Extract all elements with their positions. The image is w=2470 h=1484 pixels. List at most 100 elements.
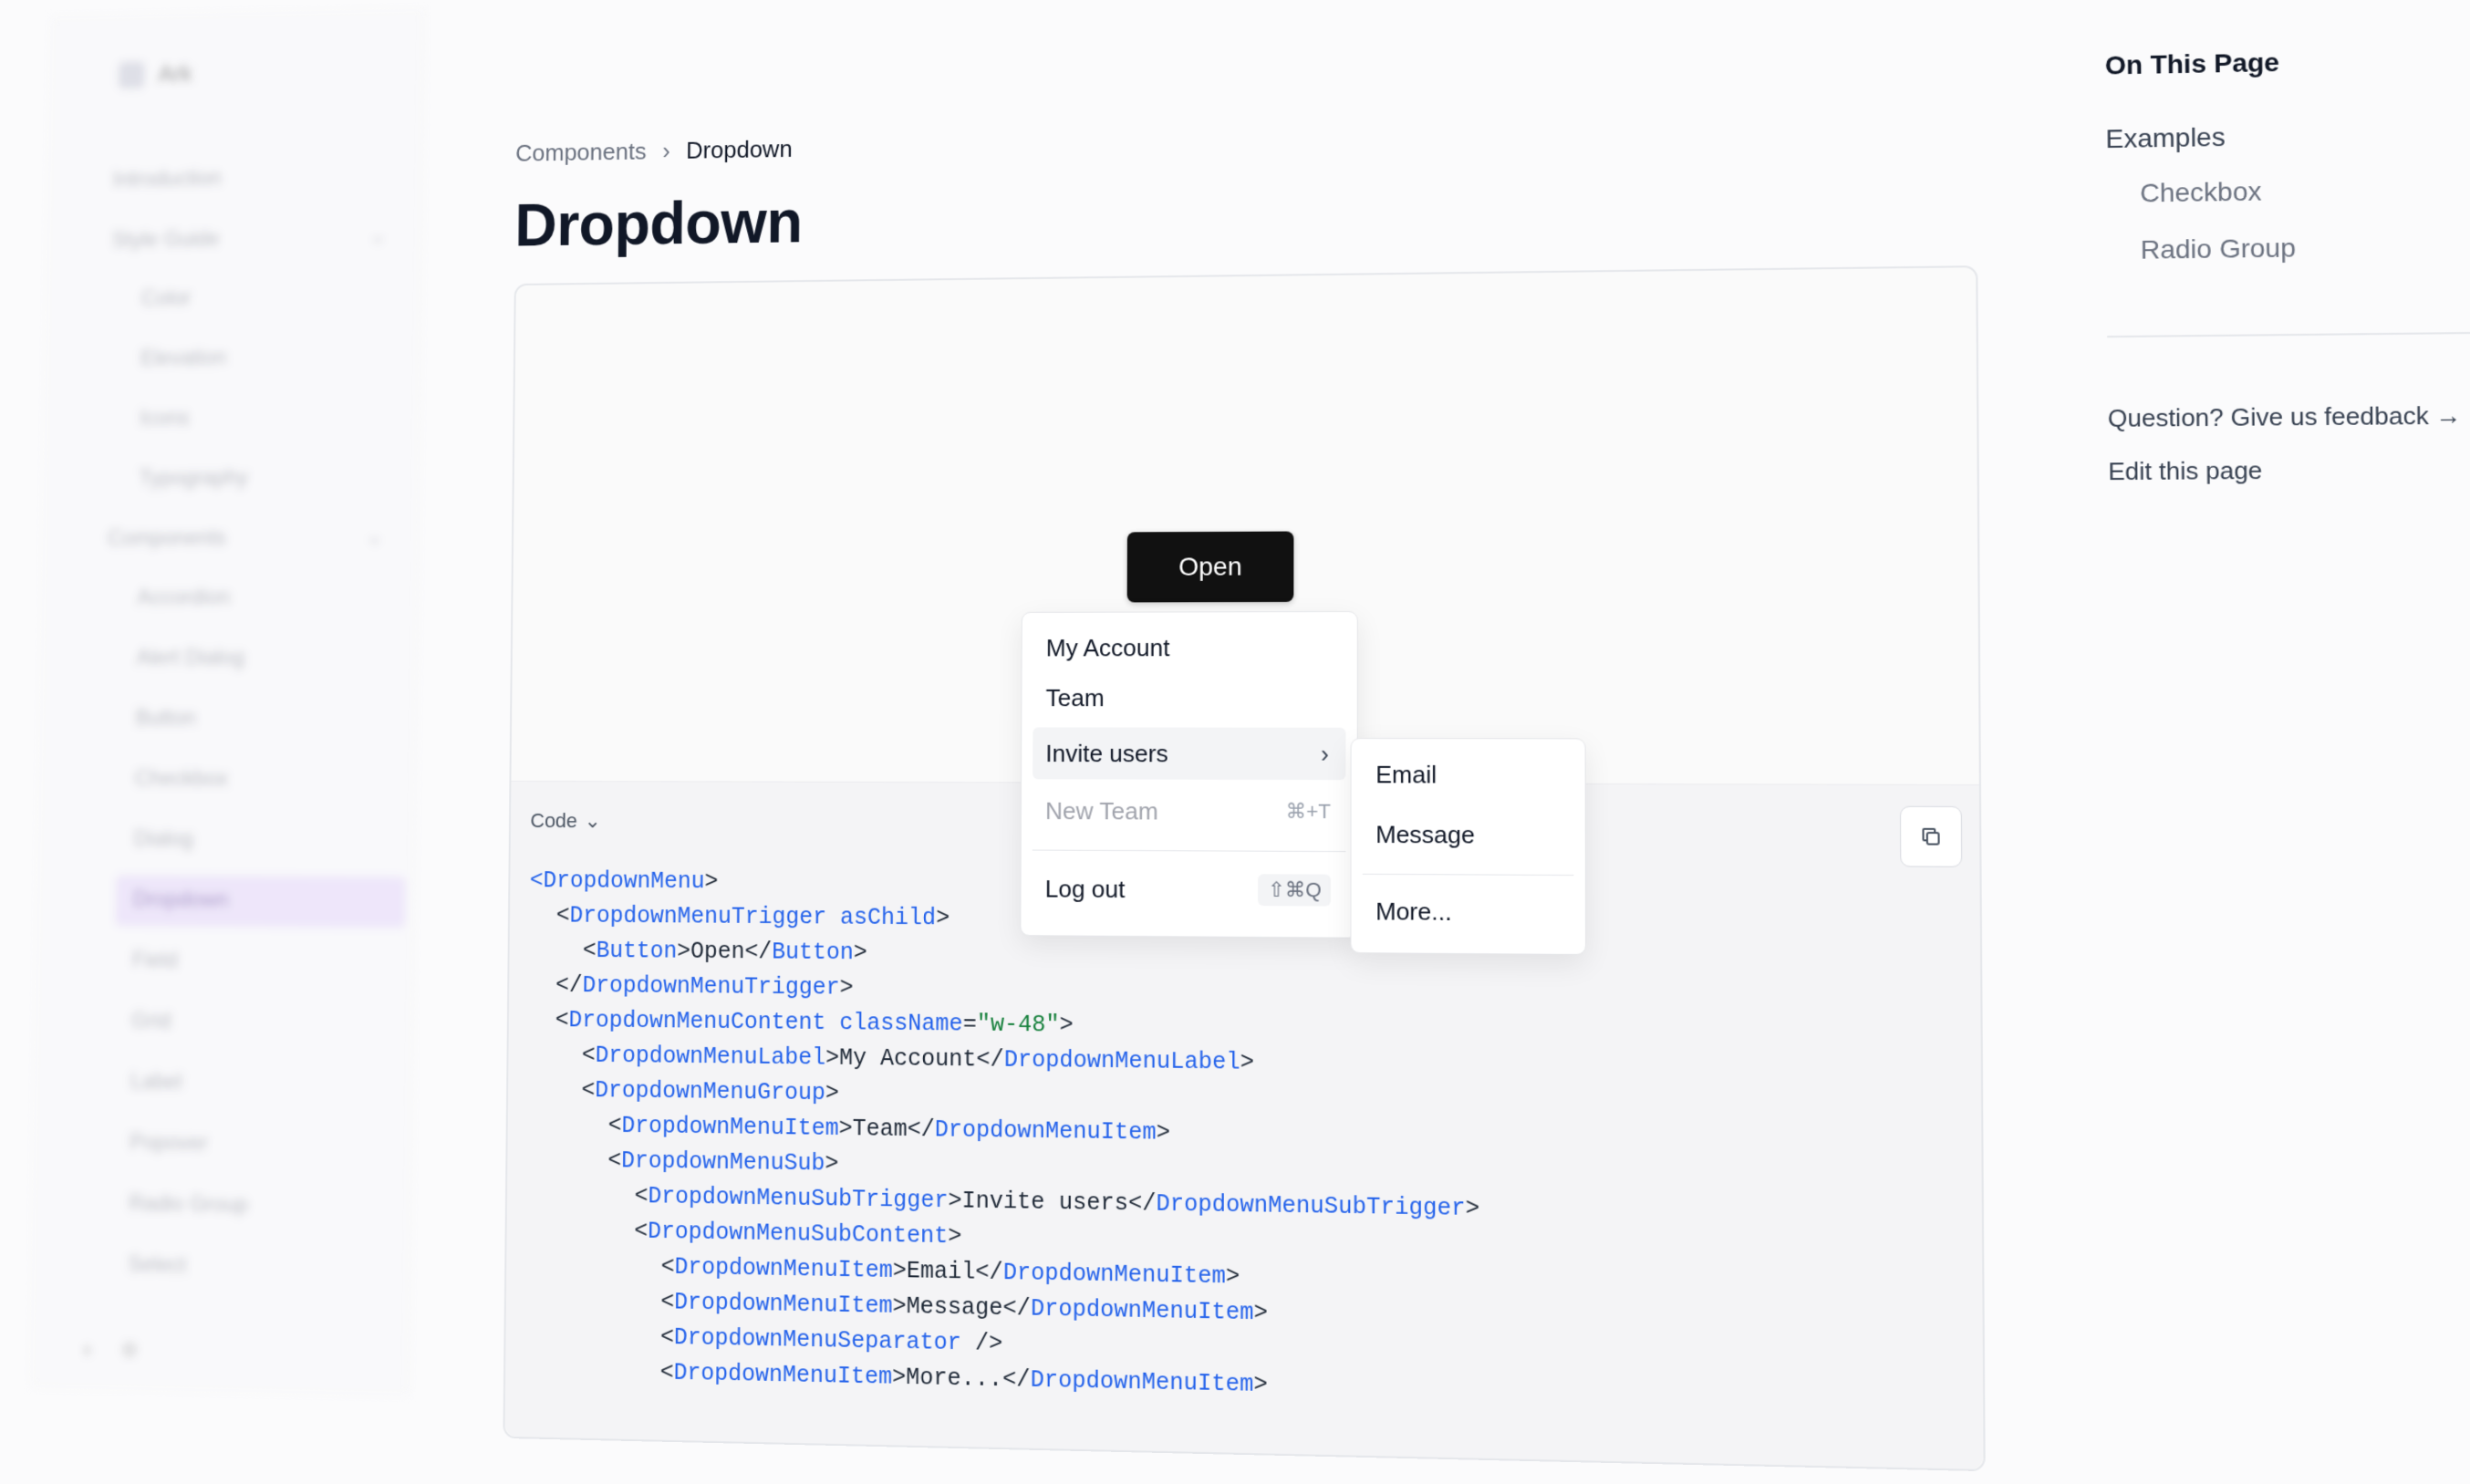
code-token: > (825, 1080, 839, 1107)
sidebar-item-dropdown[interactable]: Dropdown (133, 887, 229, 913)
code-token: >Email</ (893, 1257, 1003, 1286)
sidebar-item-field[interactable]: Field (132, 948, 178, 973)
dropdown-submenu: Email Message More... (1350, 738, 1586, 955)
code-token: DropdownMenuTrigger (582, 972, 839, 1001)
menu-item-log-out[interactable]: Log out ⇧⌘Q (1033, 863, 1346, 917)
code-token: >My Account</ (825, 1044, 1004, 1074)
code-token: < (660, 1323, 674, 1351)
code-toggle-label: Code (530, 809, 577, 833)
breadcrumb-parent[interactable]: Components (515, 138, 647, 168)
toc-item-radio-group[interactable]: Radio Group (2141, 233, 2297, 265)
menu-item-team[interactable]: Team (1033, 671, 1345, 723)
sidebar-footer: ◐ ⚙ (83, 1338, 139, 1363)
breadcrumb: Components › Dropdown (515, 135, 793, 168)
theme-toggle-icon[interactable]: ◐ (83, 1338, 95, 1362)
code-indent (525, 1356, 660, 1385)
code-token: = (963, 1011, 977, 1038)
sidebar-item-popover[interactable]: Popover (130, 1130, 208, 1157)
sidebar-item-dialog[interactable]: Dialog (134, 826, 193, 852)
sidebar-item-introduction[interactable]: Introduction (113, 166, 222, 192)
sidebar-item-label[interactable]: Label (130, 1069, 182, 1095)
chevron-down-icon[interactable]: ⌄ (367, 525, 383, 549)
code-token: > (840, 974, 854, 1001)
sidebar-item-checkbox[interactable]: Checkbox (134, 766, 227, 792)
code-token: asChild (840, 904, 936, 931)
code-token: > (1226, 1263, 1240, 1291)
code-token: DropdownMenuItem (1031, 1295, 1254, 1326)
code-token: >Message</ (893, 1292, 1031, 1322)
settings-icon[interactable]: ⚙ (120, 1338, 138, 1362)
sidebar-item-color[interactable]: Color (141, 285, 192, 311)
code-token: > (1253, 1371, 1267, 1398)
toc-item-examples[interactable]: Examples (2105, 122, 2226, 154)
code-token: >Team</ (839, 1116, 935, 1144)
sidebar-item-grid[interactable]: Grid (131, 1009, 171, 1034)
chevron-right-icon: › (1321, 740, 1329, 769)
code-token: DropdownMenuLabel (1004, 1046, 1240, 1075)
feedback-link[interactable]: Question? Give us feedback → (2108, 401, 2462, 433)
code-indent (527, 1147, 608, 1175)
code-token (826, 904, 840, 930)
code-token: DropdownMenuItem (674, 1359, 893, 1390)
logo-icon (119, 61, 145, 88)
toc-divider (2107, 331, 2470, 337)
code-token: className (839, 1010, 962, 1038)
code-indent (527, 1111, 608, 1138)
code-token: DropdownMenuLabel (596, 1043, 826, 1072)
code-token: < (555, 1007, 569, 1033)
toc-item-checkbox[interactable]: Checkbox (2140, 177, 2262, 209)
submenu-item-more[interactable]: More... (1363, 885, 1574, 939)
open-button[interactable]: Open (1127, 532, 1294, 603)
code-token: < (660, 1289, 674, 1316)
code-token: DropdownMenuSeparator (674, 1324, 961, 1357)
code-indent (525, 1286, 660, 1315)
chevron-down-icon: ⌄ (585, 809, 601, 833)
code-token (825, 1010, 839, 1037)
menu-item-invite-users[interactable]: Invite users › (1033, 727, 1345, 780)
code-indent (528, 1007, 555, 1033)
code-token: < (581, 1077, 595, 1104)
submenu-item-email[interactable]: Email (1363, 748, 1573, 801)
code-token: Button (772, 939, 854, 966)
code-token: DropdownMenuSub (621, 1147, 825, 1178)
code-token: < (556, 902, 570, 929)
code-toggle[interactable]: Code ⌄ (530, 809, 601, 833)
copy-button[interactable] (1900, 806, 1962, 867)
breadcrumb-current: Dropdown (686, 135, 793, 165)
sidebar-group-label: Style Guide (112, 226, 220, 252)
code-token: "w-48" (977, 1011, 1060, 1038)
sidebar-item-select[interactable]: Select (128, 1251, 186, 1278)
code-token: > (1059, 1012, 1073, 1039)
shortcut-hint: ⇧⌘Q (1259, 874, 1331, 906)
chevron-down-icon[interactable]: ⌄ (369, 224, 386, 248)
code-token: > (1240, 1049, 1254, 1076)
code-indent (526, 1251, 661, 1281)
sidebar-item-typography[interactable]: Typography (139, 465, 248, 491)
code-indent (529, 902, 556, 929)
sidebar-item-accordion[interactable]: Accordion (137, 585, 230, 610)
app-frame: Ark Introduction Style Guide ⌄ Color Ele… (13, 0, 2470, 1441)
menu-item-label: Invite users (1045, 739, 1168, 768)
code-token: > (854, 939, 867, 967)
menu-separator (1363, 874, 1574, 876)
sidebar-item-alert-dialog[interactable]: Alert Dialog (136, 646, 244, 671)
logo[interactable]: Ark (119, 59, 192, 88)
menu-separator (1033, 850, 1346, 853)
code-token: DropdownMenuContent (568, 1007, 825, 1036)
breadcrumb-separator-icon: › (662, 137, 670, 165)
shortcut-hint: ⌘+T (1286, 799, 1331, 824)
code-token: DropdownMenu (543, 867, 704, 895)
sidebar-item-elevation[interactable]: Elevation (140, 346, 226, 371)
dropdown-menu: My Account Team Invite users › New Team … (1020, 611, 1358, 939)
sidebar-item-radio-group[interactable]: Radio Group (129, 1191, 248, 1219)
sidebar-item-button[interactable]: Button (135, 706, 196, 732)
edit-page-link[interactable]: Edit this page (2108, 456, 2262, 486)
code-token: >More...</ (892, 1364, 1030, 1394)
submenu-item-message[interactable]: Message (1363, 808, 1573, 862)
menu-item-label: Log out (1045, 875, 1126, 904)
code-token: DropdownMenuTrigger (569, 902, 826, 930)
menu-item-label: New Team (1045, 796, 1158, 825)
sidebar-item-icons[interactable]: Icons (140, 406, 190, 431)
sidebar-group-components[interactable]: Components (108, 525, 226, 551)
sidebar: Ark Introduction Style Guide ⌄ Color Ele… (30, 9, 424, 1396)
